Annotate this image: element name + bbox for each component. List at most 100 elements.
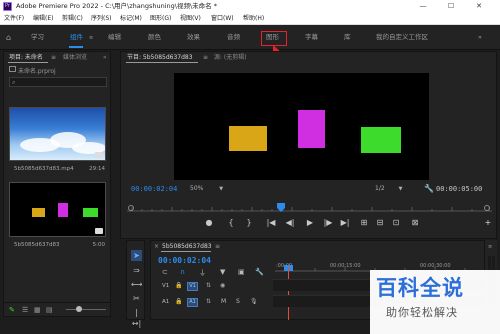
- track-select-tool-icon[interactable]: ⇒: [131, 265, 142, 276]
- razor-tool-icon[interactable]: ✂: [131, 293, 142, 304]
- menu-window[interactable]: 窗口(W): [211, 13, 234, 25]
- selection-tool-icon[interactable]: ➤: [131, 250, 142, 261]
- extract-button[interactable]: ⊟: [374, 218, 386, 227]
- active-tab-underline: [161, 251, 211, 252]
- clip-type-badge-icon: [95, 152, 103, 158]
- tab-menu-icon[interactable]: ≡: [203, 52, 208, 63]
- mark-out-button[interactable]: }: [243, 218, 255, 227]
- ruler-start-handle[interactable]: [128, 205, 134, 211]
- timeline-display-icon[interactable]: ▼: [220, 268, 225, 276]
- ripple-edit-tool-icon[interactable]: ⟷: [131, 279, 142, 290]
- workspace-tab-captions[interactable]: 字幕: [305, 25, 318, 50]
- pencil-icon[interactable]: ✎: [9, 306, 15, 314]
- wrench-icon[interactable]: 🔧: [255, 268, 264, 276]
- mark-in-button[interactable]: {: [225, 218, 237, 227]
- workspace-tab-color[interactable]: 颜色: [148, 25, 161, 50]
- program-current-timecode[interactable]: 00:00:02:04: [131, 185, 177, 193]
- search-input[interactable]: ⌕: [9, 77, 107, 87]
- clip-thumbnail-video[interactable]: [9, 107, 106, 161]
- menu-edit[interactable]: 编辑(E): [33, 13, 53, 25]
- menu-help[interactable]: 帮助(H): [243, 13, 264, 25]
- freeform-view-icon[interactable]: ▤: [46, 306, 53, 314]
- track-v1-target[interactable]: V1: [187, 282, 198, 291]
- green-rectangle[interactable]: [361, 127, 401, 153]
- timeline-timecode[interactable]: 00:00:02:04: [158, 256, 211, 265]
- marker-icon[interactable]: ⏚: [199, 268, 206, 278]
- microphone-icon[interactable]: 🎙: [250, 298, 258, 305]
- go-to-out-button[interactable]: ▶|: [339, 218, 351, 227]
- lift-button[interactable]: ⊞: [358, 218, 370, 227]
- workspace-tab-learn[interactable]: 学习: [31, 25, 44, 50]
- clip-thumbnail-sequence[interactable]: [9, 182, 106, 237]
- minimize-button[interactable]: —: [412, 0, 434, 13]
- sync-lock-icon[interactable]: ⇅: [206, 282, 211, 289]
- menu-view[interactable]: 视图(V): [180, 13, 201, 25]
- captions-icon[interactable]: ▣: [238, 268, 245, 276]
- workspace-menu-icon[interactable]: ≡: [89, 35, 93, 41]
- add-button-icon[interactable]: +: [482, 218, 494, 227]
- program-monitor-viewer[interactable]: [174, 73, 429, 180]
- workspace-tab-audio[interactable]: 音频: [227, 25, 240, 50]
- close-button[interactable]: ✕: [468, 0, 490, 13]
- home-icon[interactable]: ⌂: [6, 34, 14, 42]
- zoom-slider[interactable]: [66, 309, 106, 310]
- tab-media-browser[interactable]: 媒体浏览: [63, 52, 87, 63]
- close-tab-icon[interactable]: ×: [154, 241, 159, 252]
- eye-icon[interactable]: ◉: [220, 282, 225, 289]
- panel-menu-icon[interactable]: ≡: [488, 244, 492, 250]
- step-forward-button[interactable]: |▶: [322, 218, 334, 227]
- program-scrubber-ruler[interactable]: [127, 203, 492, 213]
- chevron-down-icon: ▼: [219, 186, 224, 192]
- active-tab-underline: [126, 62, 198, 63]
- project-panel: 项目: 未命名 ≡ 媒体浏览 » 未命名.prproj ⌕ 5b5085d637…: [3, 51, 111, 303]
- sync-lock-icon[interactable]: ⇅: [206, 298, 211, 305]
- ruler-label: 00:00:30:00: [420, 263, 451, 269]
- comparison-view-button[interactable]: ⊠: [409, 218, 421, 227]
- tab-menu-icon[interactable]: ≡: [215, 241, 220, 252]
- go-to-in-button[interactable]: |◀: [265, 218, 277, 227]
- tab-source[interactable]: 源: (无剪辑): [214, 52, 247, 63]
- workspace-tab-custom[interactable]: 我的自定义工作区: [376, 25, 428, 50]
- wrench-icon[interactable]: 🔧: [424, 184, 434, 193]
- slip-tool-icon[interactable]: |↔|: [131, 307, 142, 328]
- menu-file[interactable]: 文件(F): [4, 13, 24, 25]
- workspace-tab-effects[interactable]: 效果: [187, 25, 200, 50]
- zoom-level-select[interactable]: 50% ▼: [190, 185, 223, 192]
- program-duration-timecode: 00:00:05:00: [436, 185, 483, 193]
- step-back-button[interactable]: ◀|: [284, 218, 296, 227]
- menu-graphics[interactable]: 图形(G): [150, 13, 171, 25]
- tab-menu-icon[interactable]: ≡: [51, 52, 56, 63]
- ruler-end-handle[interactable]: [484, 205, 490, 211]
- green-rectangle-thumb: [83, 208, 98, 217]
- magenta-rectangle-thumb: [58, 203, 68, 217]
- workspace-more-button[interactable]: »: [478, 25, 482, 50]
- workspace-tab-editing[interactable]: 编辑: [108, 25, 121, 50]
- sequence-name: 5b5085d637d83: [14, 242, 60, 248]
- list-view-icon[interactable]: ☰: [22, 306, 28, 314]
- menu-sequence[interactable]: 序列(S): [91, 13, 112, 25]
- playback-resolution-select[interactable]: 1/2 ▼: [375, 185, 402, 192]
- export-frame-button[interactable]: ⊡: [390, 218, 402, 227]
- workspace-tab-libraries[interactable]: 库: [344, 25, 351, 50]
- track-a1-target[interactable]: A1: [187, 298, 198, 307]
- menu-clip[interactable]: 剪辑(C): [62, 13, 83, 25]
- lock-icon[interactable]: 🔒: [175, 282, 182, 289]
- linked-selection-icon[interactable]: ∩: [180, 268, 185, 276]
- annotation-highlight-box: [261, 31, 287, 46]
- mute-button[interactable]: M: [221, 298, 226, 305]
- zoom-slider-handle[interactable]: [76, 306, 82, 312]
- magenta-rectangle[interactable]: [298, 110, 325, 148]
- add-marker-button[interactable]: ●: [203, 218, 215, 227]
- menu-markers[interactable]: 标记(M): [120, 13, 142, 25]
- menu-bar: 文件(F) 编辑(E) 剪辑(C) 序列(S) 标记(M) 图形(G) 视图(V…: [0, 13, 500, 25]
- orange-rectangle[interactable]: [229, 126, 267, 151]
- maximize-button[interactable]: ☐: [440, 0, 462, 13]
- resolution-value: 1/2: [375, 185, 385, 192]
- track-v1-label: V1: [162, 283, 170, 289]
- panel-more-button[interactable]: »: [103, 52, 107, 63]
- icon-view-icon[interactable]: ▦: [34, 306, 41, 314]
- solo-button[interactable]: S: [236, 298, 240, 305]
- snap-icon[interactable]: ⊂: [162, 268, 168, 276]
- play-button[interactable]: ▶: [304, 218, 316, 227]
- lock-icon[interactable]: 🔒: [175, 298, 182, 305]
